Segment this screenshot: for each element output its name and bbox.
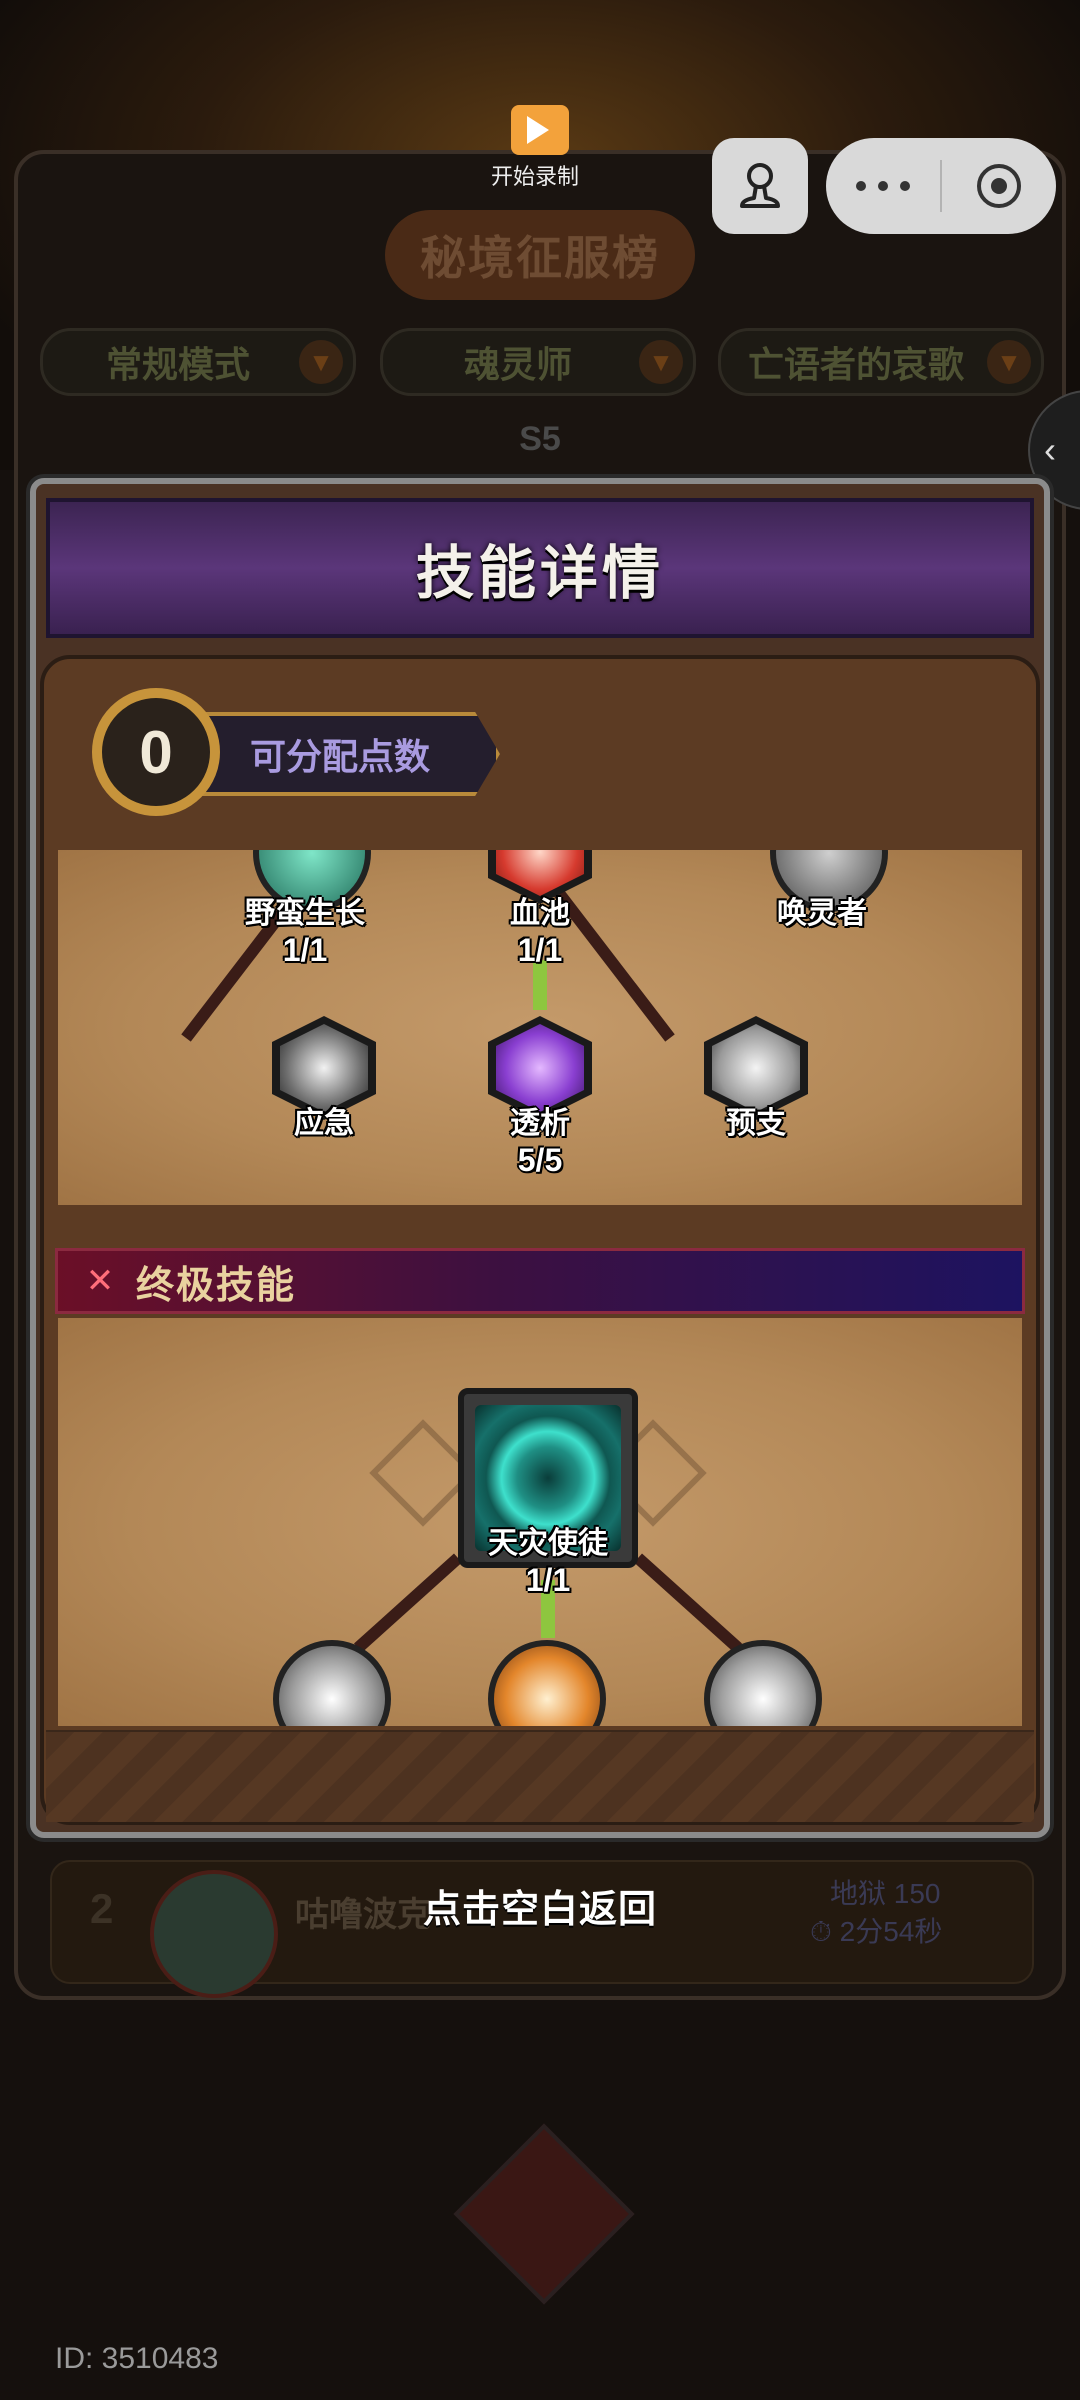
game-center-button[interactable] xyxy=(712,138,808,234)
skill-name: 血池 xyxy=(510,897,570,930)
skill-name: 唤灵者 xyxy=(777,897,867,930)
dungeon-dropdown-label: 亡语者的哀歌 xyxy=(747,344,964,385)
chevron-down-icon: ▼ xyxy=(987,340,1031,384)
skill-name: 透析 xyxy=(510,1107,570,1140)
skill-node-summoner[interactable]: 唤灵者 xyxy=(770,850,888,930)
skill-node-dialysis[interactable]: 透析 5/5 xyxy=(488,1016,592,1178)
skill-name: 天灾使徒 xyxy=(488,1527,608,1560)
row-time: ⏱ 2分54秒 xyxy=(810,1916,943,1947)
row-time-value: 2分54秒 xyxy=(839,1916,943,1947)
mode-dropdown-label: 常规模式 xyxy=(105,344,250,385)
ultimate-section-header: ✕ 终极技能 xyxy=(55,1248,1025,1314)
chevron-down-icon: ▼ xyxy=(639,340,683,384)
avatar xyxy=(150,1870,278,1998)
tap-to-return-hint[interactable]: 点击空白返回 xyxy=(340,1878,740,1933)
modal-title: 技能详情 xyxy=(415,541,664,606)
ultimate-section-title: 终极技能 xyxy=(136,1264,297,1307)
skill-node-ultimate-left[interactable] xyxy=(273,1640,391,1726)
skill-count: 1/1 xyxy=(525,1562,571,1598)
skill-node-emergency[interactable]: 应急 xyxy=(272,1016,376,1140)
skill-node-ultimate-right[interactable] xyxy=(704,1640,822,1726)
record-label: 开始录制 xyxy=(490,164,579,189)
skill-name: 应急 xyxy=(294,1107,354,1140)
skill-icon xyxy=(488,1640,606,1726)
row-rank: 2 xyxy=(90,1885,114,1932)
skill-count: 1/1 xyxy=(517,932,563,968)
dungeon-dropdown[interactable]: 亡语者的哀歌 ▼ xyxy=(718,328,1044,396)
skill-node-advance[interactable]: 预支 xyxy=(704,1016,808,1140)
skill-icon xyxy=(273,1640,391,1726)
mode-dropdown[interactable]: 常规模式 ▼ xyxy=(40,328,356,396)
modal-footer-decoration xyxy=(46,1730,1034,1822)
close-button-background xyxy=(453,2123,635,2305)
video-camera-icon xyxy=(511,105,569,155)
modal-header: 技能详情 xyxy=(46,498,1034,638)
skill-count: 1/1 xyxy=(282,932,328,968)
target-circle-icon xyxy=(977,164,1021,208)
skill-node-savage-growth[interactable]: 野蛮生长 1/1 xyxy=(245,850,371,968)
skill-node-ultimate-middle[interactable] xyxy=(488,1640,606,1726)
class-dropdown[interactable]: 魂灵师 ▼ xyxy=(380,328,696,396)
skill-count: 5/5 xyxy=(517,1142,563,1178)
skill-node-blood-pool[interactable]: 血池 1/1 xyxy=(488,850,592,968)
points-label-bar: 可分配点数 xyxy=(190,712,500,796)
points-label: 可分配点数 xyxy=(250,736,431,777)
skill-name: 预支 xyxy=(726,1107,786,1140)
chevron-down-icon: ▼ xyxy=(299,340,343,384)
exit-button[interactable] xyxy=(942,161,1056,211)
crossed-swords-icon: ✕ xyxy=(85,1262,115,1300)
user-id: ID: 3510483 xyxy=(55,2342,219,2375)
mini-program-capsule xyxy=(826,138,1056,234)
points-value: 0 xyxy=(92,688,220,816)
class-dropdown-label: 魂灵师 xyxy=(463,344,572,385)
joystick-icon xyxy=(740,163,780,208)
season-badge: S5 xyxy=(519,420,561,458)
row-difficulty: 地狱 150 xyxy=(830,1878,941,1909)
skill-tree-panel[interactable]: 野蛮生长 1/1 血池 1/1 唤灵者 应急 透析 5/5 预支 xyxy=(58,850,1022,1205)
leaderboard-title: 秘境征服榜 xyxy=(385,210,695,300)
skill-name: 野蛮生长 xyxy=(245,897,365,930)
more-button[interactable] xyxy=(826,179,940,193)
chevron-left-icon: ‹ xyxy=(1044,429,1056,470)
skill-icon xyxy=(704,1640,822,1726)
record-button[interactable]: 开始录制 xyxy=(491,105,585,191)
more-dots-icon xyxy=(856,181,910,191)
